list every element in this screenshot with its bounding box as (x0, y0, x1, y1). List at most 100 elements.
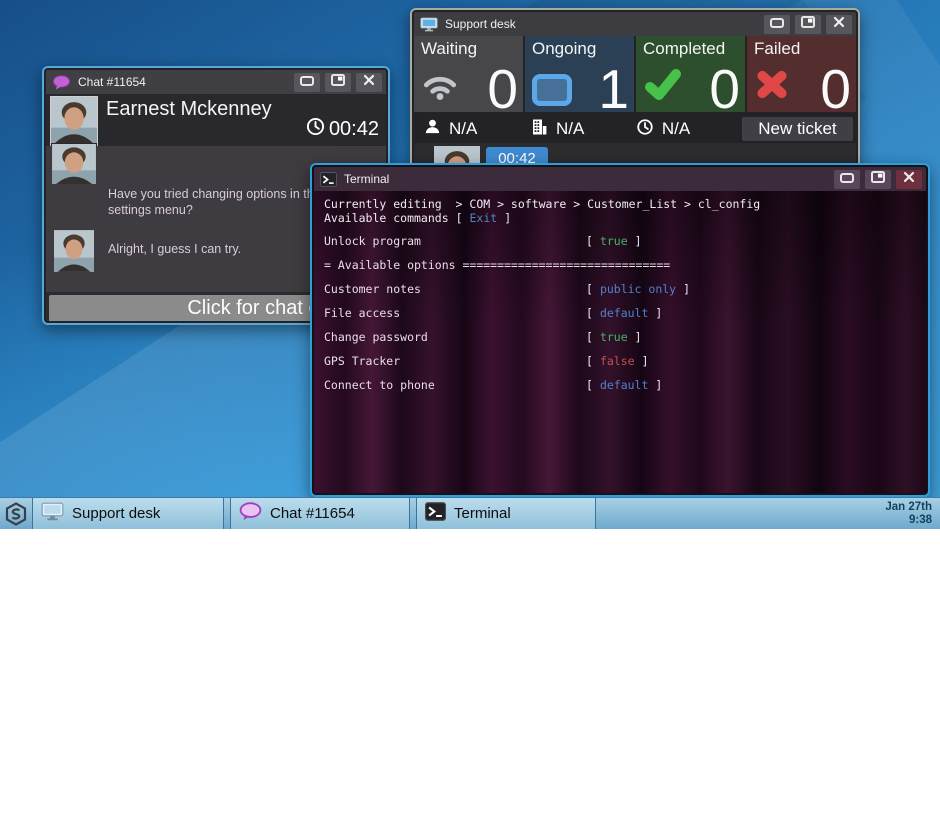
exit-command[interactable]: Exit (470, 211, 498, 225)
ongoing-counter: Ongoing 1 (525, 36, 634, 112)
terminal-icon (425, 502, 446, 526)
close-icon (903, 170, 915, 188)
taskbar-item-label: Terminal (454, 505, 511, 522)
option-value[interactable]: default (600, 306, 648, 320)
completed-counter: Completed 0 (636, 36, 745, 112)
bracket: [ (586, 306, 593, 320)
option-value[interactable]: default (600, 378, 648, 392)
minimize-button[interactable] (834, 170, 860, 189)
terminal-commands-line: Available commands [Exit] (324, 211, 926, 225)
bracket: [ (586, 234, 593, 248)
chat-timer-value: 00:42 (329, 118, 379, 141)
screen-icon (532, 74, 572, 106)
avatar (52, 144, 96, 189)
option-label: GPS Tracker (324, 354, 586, 368)
bracket: ] (642, 354, 649, 368)
counter-value: 0 (820, 62, 851, 117)
counter-label: Completed (643, 39, 725, 59)
terminal-content: Currently editing > COM > software > Cus… (314, 191, 926, 493)
window-title: Terminal (344, 172, 829, 186)
minimize-button[interactable] (294, 73, 320, 92)
avatar (50, 96, 98, 149)
company-info: N/A (530, 118, 636, 141)
counter-label: Failed (754, 39, 800, 59)
terminal-window: Terminal Currently editing > COM > softw… (310, 163, 930, 497)
bracket: [ (586, 330, 593, 344)
option-label: Unlock program (324, 234, 586, 248)
window-title: Support desk (445, 17, 759, 31)
clock-icon (306, 117, 325, 142)
new-ticket-button[interactable]: New ticket (742, 117, 853, 141)
chat-message: Have you tried changing options in the s… (108, 186, 323, 218)
option-label: Customer notes (324, 282, 586, 296)
company-value: N/A (556, 119, 584, 139)
popout-icon (331, 73, 345, 91)
close-icon (363, 73, 375, 91)
check-icon (643, 67, 683, 106)
option-value[interactable]: true (600, 234, 628, 248)
close-icon (833, 15, 845, 33)
taskbar-item-chat[interactable]: Chat #11654 (230, 498, 410, 529)
chat-timer: 00:42 (306, 117, 379, 142)
failed-counter: Failed 0 (747, 36, 856, 112)
clock-icon (636, 118, 654, 141)
terminal-option-row: GPS Tracker[ false] (324, 349, 926, 373)
popout-icon (871, 170, 885, 188)
cross-icon (754, 68, 790, 106)
customer-value: N/A (449, 119, 477, 139)
taskbar-item-terminal[interactable]: Terminal (416, 498, 596, 529)
taskbar-item-label: Support desk (72, 505, 160, 522)
option-value[interactable]: true (600, 330, 628, 344)
avatar (54, 230, 94, 277)
bracket: [ (586, 354, 593, 368)
terminal-option-row: Unlock program[ true] (324, 229, 926, 253)
counter-label: Waiting (421, 39, 477, 59)
chat-message: Alright, I guess I can try. (108, 241, 323, 257)
taskbar: Support desk Chat #11654 Terminal Jan 27… (0, 497, 940, 529)
popout-button[interactable] (795, 15, 821, 34)
taskbar-item-support-desk[interactable]: Support desk (32, 498, 224, 529)
taskbar-item-label: Chat #11654 (270, 505, 355, 522)
chat-bubble-icon (52, 75, 71, 90)
customer-name: Earnest Mckenney (106, 98, 272, 121)
person-icon (424, 118, 441, 140)
close-button[interactable] (896, 170, 922, 189)
bracket: [ (586, 378, 593, 392)
taskbar-clock[interactable]: Jan 27th 9:38 (885, 498, 940, 529)
terminal-option-row: Customer notes[public only] (324, 277, 926, 301)
terminal-icon (320, 172, 337, 187)
minimize-icon (300, 73, 314, 91)
option-label: File access (324, 306, 586, 320)
close-button[interactable] (826, 15, 852, 34)
terminal-option-row: Connect to phone[default] (324, 373, 926, 397)
start-menu-logo[interactable] (0, 498, 32, 529)
chat-header: Earnest Mckenney 00:42 (46, 94, 386, 146)
minimize-button[interactable] (764, 15, 790, 34)
option-value[interactable]: public only (600, 282, 676, 296)
screen-icon (41, 502, 64, 526)
option-value[interactable]: false (600, 354, 635, 368)
option-label: Change password (324, 330, 586, 344)
screen-icon (420, 17, 438, 32)
wifi-icon (421, 71, 459, 106)
popout-button[interactable] (325, 73, 351, 92)
bracket: [ (456, 211, 463, 225)
terminal-titlebar[interactable]: Terminal (314, 167, 926, 191)
minimize-icon (840, 170, 854, 188)
taskbar-time: 9:38 (885, 514, 932, 527)
bracket: ] (635, 330, 642, 344)
bracket: [ (586, 282, 593, 296)
time-info: N/A (636, 118, 742, 141)
minimize-icon (770, 15, 784, 33)
support-desk-titlebar[interactable]: Support desk (414, 12, 856, 36)
close-button[interactable] (356, 73, 382, 92)
chat-titlebar[interactable]: Chat #11654 (46, 70, 386, 94)
counter-value: 1 (598, 62, 629, 117)
terminal-option-row: File access[default] (324, 301, 926, 325)
option-label: Connect to phone (324, 378, 586, 392)
chat-bubble-icon (239, 502, 262, 526)
popout-button[interactable] (865, 170, 891, 189)
bracket: ] (635, 234, 642, 248)
support-desk-window: Support desk Waiting 0 Ongoing 1 Complet… (410, 8, 860, 186)
counter-label: Ongoing (532, 39, 596, 59)
